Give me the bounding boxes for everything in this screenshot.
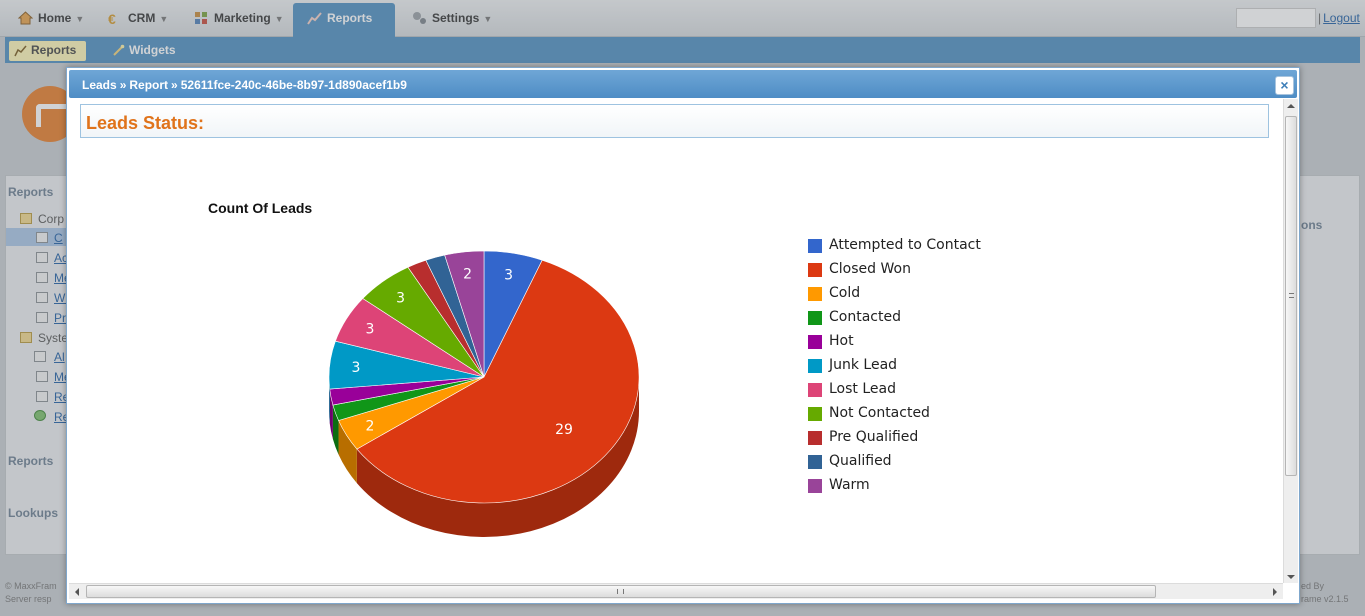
pie-value-label: 2 [463, 266, 472, 282]
pie-value-label: 3 [504, 267, 513, 283]
pie-chart: 3 29 2 3 3 3 2 [328, 250, 640, 537]
legend-label: Hot [829, 333, 854, 349]
legend-swatch [808, 287, 822, 301]
scroll-left-icon[interactable] [75, 588, 79, 596]
scroll-up-icon[interactable] [1287, 104, 1295, 108]
vertical-scrollbar[interactable] [1283, 99, 1298, 583]
legend-swatch [808, 311, 822, 325]
grip-icon [617, 589, 624, 594]
report-dialog: Leads» Report» 52611fce-240c-46be-8b97-1d8… [66, 67, 1300, 604]
legend-label: Warm [829, 477, 870, 493]
pie-value-label: 3 [365, 322, 374, 338]
dialog-titlebar[interactable]: Leads» Report» 52611fce-240c-46be-8b97-1d8… [69, 70, 1297, 98]
scroll-down-icon[interactable] [1287, 575, 1295, 579]
legend-swatch [808, 359, 822, 373]
legend-swatch [808, 263, 822, 277]
scrollbar-thumb[interactable] [1285, 116, 1297, 476]
breadcrumb-item: Report [129, 78, 169, 92]
pie-value-label: 3 [396, 290, 405, 306]
close-button[interactable]: × [1275, 76, 1294, 95]
legend-swatch [808, 455, 822, 469]
pie-value-label: 3 [351, 360, 360, 376]
legend-swatch [808, 431, 822, 445]
pie-value-label: 29 [555, 422, 573, 438]
legend-label: Cold [829, 285, 861, 301]
legend-label: Qualified [829, 453, 892, 469]
scroll-right-icon[interactable] [1273, 588, 1277, 596]
grip-icon [1289, 293, 1294, 298]
legend-label: Attempted to Contact [829, 237, 981, 253]
legend-swatch [808, 407, 822, 421]
breadcrumb: Leads» Report» 52611fce-240c-46be-8b97-1d8… [82, 78, 407, 92]
section-header: Leads Status: [80, 104, 1269, 138]
section-title: Leads Status: [86, 113, 205, 133]
legend-label: Contacted [829, 309, 901, 325]
legend-label: Closed Won [829, 261, 911, 277]
scrollbar-thumb[interactable] [86, 585, 1156, 598]
dialog-content: Leads Status: Count Of Leads 3 29 2 3 3 3 2 At… [69, 99, 1283, 583]
legend-swatch [808, 335, 822, 349]
breadcrumb-item: 52611fce-240c-46be-8b97-1d890acef1b9 [180, 78, 407, 92]
horizontal-scrollbar[interactable] [69, 583, 1283, 599]
legend-label: Junk Lead [829, 357, 898, 373]
legend-swatch [808, 479, 822, 493]
legend-label: Pre Qualified [829, 429, 919, 445]
breadcrumb-item: Leads [82, 78, 117, 92]
legend-label: Not Contacted [829, 405, 930, 421]
legend-swatch [808, 383, 822, 397]
close-icon: × [1280, 77, 1289, 93]
legend-label: Lost Lead [829, 381, 896, 397]
chart-title: Count Of Leads [208, 200, 313, 216]
legend-swatch [808, 239, 822, 253]
pie-value-label: 2 [365, 418, 374, 434]
